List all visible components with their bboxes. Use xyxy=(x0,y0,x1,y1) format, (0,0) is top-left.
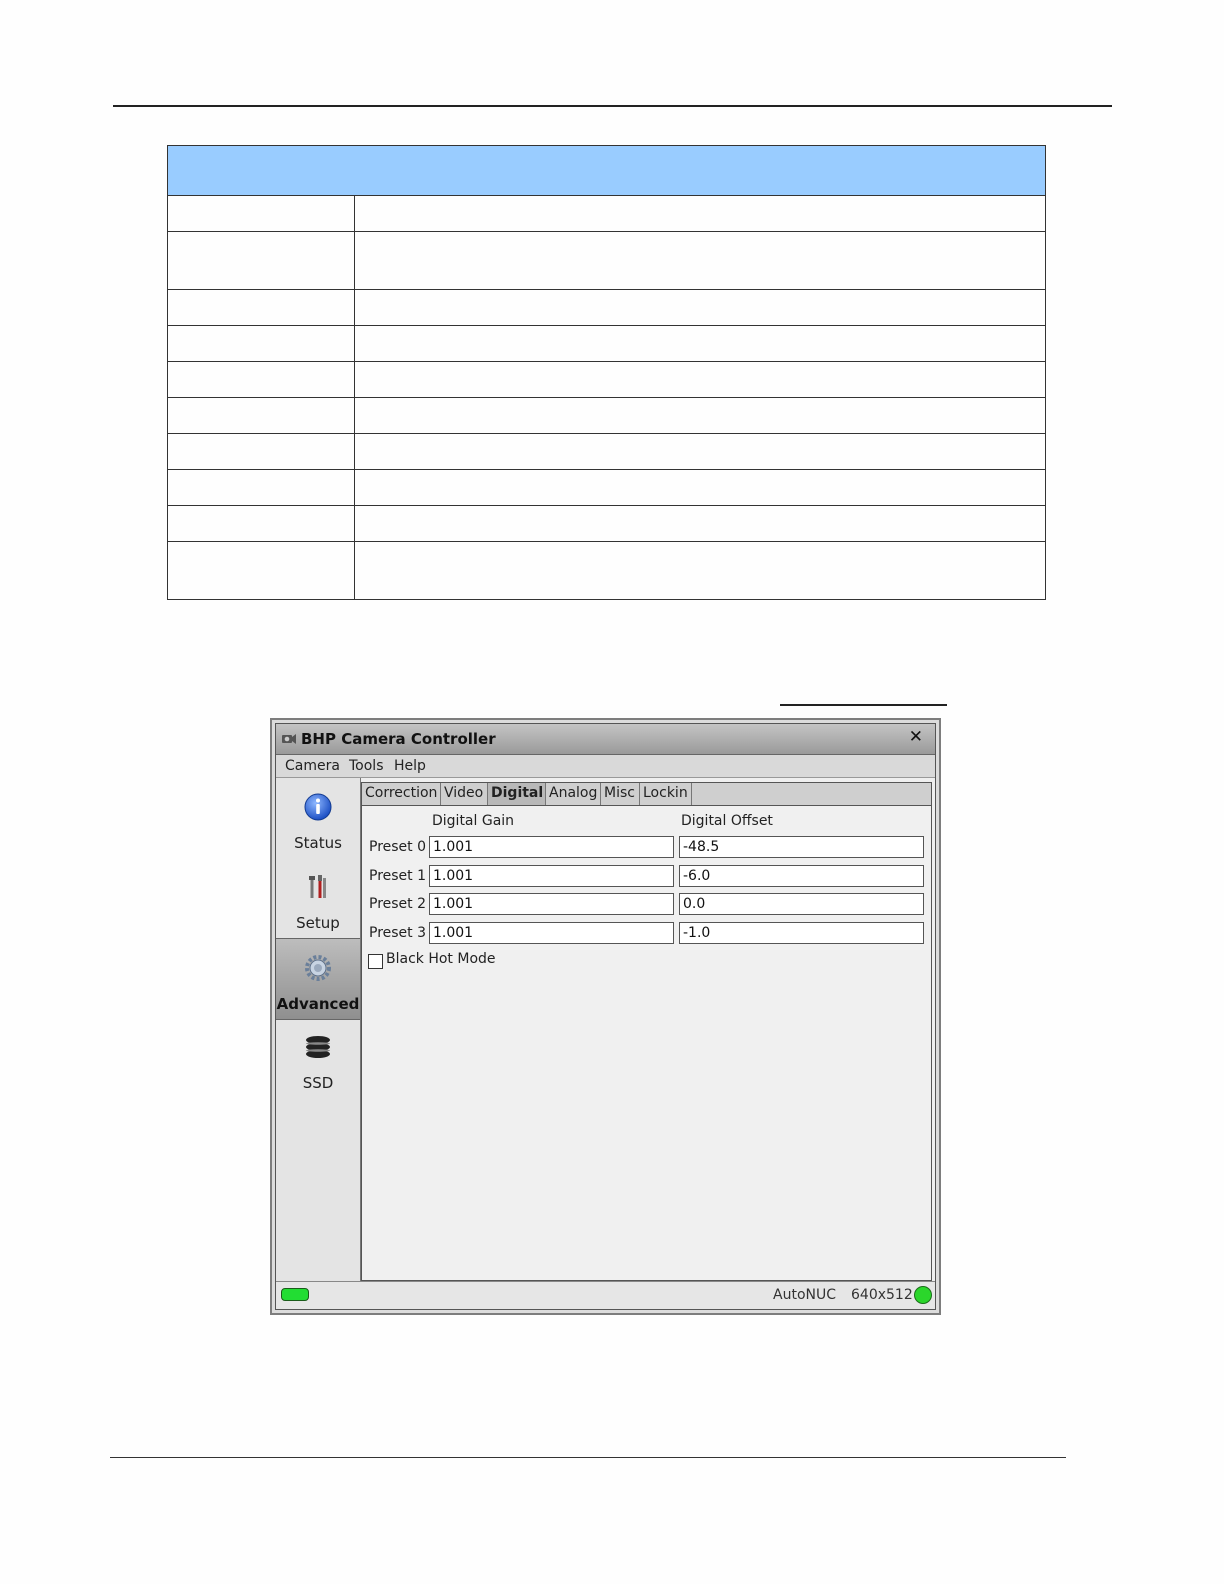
document-table xyxy=(167,145,1046,600)
preset-label: Preset 1 xyxy=(369,868,427,884)
window-title: BHP Camera Controller xyxy=(301,730,496,748)
table-cell xyxy=(167,361,355,398)
table-row xyxy=(167,361,1046,398)
table-cell xyxy=(354,433,1046,470)
menu-tools[interactable]: Tools xyxy=(349,758,384,774)
footer-rule xyxy=(110,1457,1066,1458)
camera-controller-window: BHP Camera Controller ✕ Camera Tools Hel… xyxy=(270,718,941,1315)
table-cell xyxy=(167,433,355,470)
table-cell xyxy=(354,289,1046,326)
table-cell xyxy=(354,505,1046,542)
window-frame: BHP Camera Controller ✕ Camera Tools Hel… xyxy=(275,723,936,1310)
tab-bar: Correction Video Digital Analog Misc Loc… xyxy=(362,783,931,806)
table-row xyxy=(167,433,1046,470)
status-bar: AutoNUC 640x512 xyxy=(276,1281,935,1309)
tab-video[interactable]: Video xyxy=(441,783,488,805)
sidebar-label-advanced: Advanced xyxy=(276,995,360,1013)
table-header-row xyxy=(167,145,1046,196)
hyperlink-underline xyxy=(780,704,947,706)
black-hot-mode-label: Black Hot Mode xyxy=(386,951,496,967)
gear-icon xyxy=(305,955,331,981)
table-cell xyxy=(167,397,355,434)
sidebar-label-status: Status xyxy=(294,834,342,852)
menu-bar: Camera Tools Help xyxy=(276,755,935,778)
table-row xyxy=(167,397,1046,434)
close-button[interactable]: ✕ xyxy=(909,727,923,747)
table-cell xyxy=(354,325,1046,362)
offset-input-preset-3[interactable] xyxy=(679,922,924,944)
preset-label: Preset 3 xyxy=(369,925,427,941)
table-cell xyxy=(354,361,1046,398)
gain-input-preset-0[interactable] xyxy=(429,836,674,858)
black-hot-mode-checkbox[interactable] xyxy=(368,954,383,969)
sidebar-item-status[interactable]: Status xyxy=(276,778,360,858)
status-mode: AutoNUC xyxy=(773,1287,836,1303)
digital-gain-header: Digital Gain xyxy=(432,813,515,829)
table-cell xyxy=(354,469,1046,506)
table-row xyxy=(167,541,1046,600)
table-row xyxy=(167,325,1046,362)
info-icon xyxy=(304,793,332,821)
title-bar[interactable]: BHP Camera Controller ✕ xyxy=(276,724,935,755)
preset-label: Preset 0 xyxy=(369,839,427,855)
table-cell xyxy=(354,541,1046,600)
table-cell xyxy=(354,195,1046,232)
table-cell xyxy=(167,289,355,326)
table-row xyxy=(167,505,1046,542)
sidebar-item-ssd[interactable]: SSD xyxy=(276,1018,360,1098)
table-cell xyxy=(167,325,355,362)
sidebar: Status Setup Advanced SSD xyxy=(276,778,361,1281)
tab-lockin[interactable]: Lockin xyxy=(640,783,692,805)
sidebar-item-setup[interactable]: Setup xyxy=(276,858,360,938)
table-cell xyxy=(167,195,355,232)
main-panel: Correction Video Digital Analog Misc Loc… xyxy=(361,782,932,1281)
table-row xyxy=(167,195,1046,232)
offset-input-preset-0[interactable] xyxy=(679,836,924,858)
status-resolution: 640x512 xyxy=(851,1287,913,1303)
digital-offset-header: Digital Offset xyxy=(681,813,773,829)
table-header-cell xyxy=(167,145,1046,196)
sidebar-label-ssd: SSD xyxy=(302,1074,334,1092)
menu-camera[interactable]: Camera xyxy=(285,758,340,774)
gain-input-preset-1[interactable] xyxy=(429,865,674,887)
tab-correction[interactable]: Correction xyxy=(362,783,441,805)
disk-stack-icon xyxy=(306,1036,330,1058)
table-cell xyxy=(167,541,355,600)
table-row xyxy=(167,289,1046,326)
tab-digital[interactable]: Digital xyxy=(488,783,546,805)
menu-help[interactable]: Help xyxy=(394,758,426,774)
offset-input-preset-1[interactable] xyxy=(679,865,924,887)
offset-input-preset-2[interactable] xyxy=(679,893,924,915)
table-cell xyxy=(167,231,355,290)
tab-misc[interactable]: Misc xyxy=(601,783,640,805)
camera-icon xyxy=(282,734,296,744)
table-cell xyxy=(167,469,355,506)
tab-analog[interactable]: Analog xyxy=(546,783,601,805)
gain-input-preset-2[interactable] xyxy=(429,893,674,915)
sidebar-item-advanced[interactable]: Advanced xyxy=(276,938,360,1020)
tools-icon xyxy=(309,875,326,898)
table-cell xyxy=(354,231,1046,290)
sidebar-label-setup: Setup xyxy=(296,914,340,932)
gain-input-preset-3[interactable] xyxy=(429,922,674,944)
table-cell xyxy=(167,505,355,542)
status-led xyxy=(914,1286,932,1304)
table-cell xyxy=(354,397,1046,434)
table-row xyxy=(167,231,1046,290)
connection-indicator xyxy=(281,1288,309,1301)
table-row xyxy=(167,469,1046,506)
preset-label: Preset 2 xyxy=(369,896,427,912)
header-rule xyxy=(113,105,1112,107)
